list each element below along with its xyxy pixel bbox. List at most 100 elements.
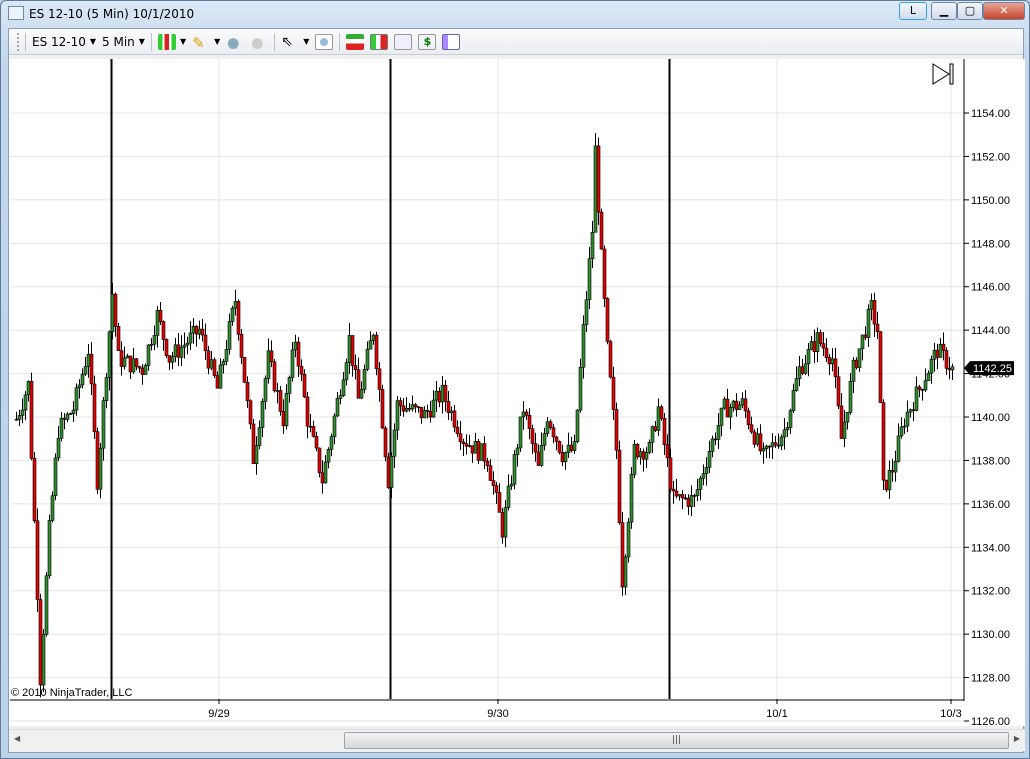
- candle-body: [806, 349, 811, 365]
- divider: [150, 32, 152, 51]
- candle-body: [440, 384, 445, 403]
- candle-body: [683, 497, 688, 500]
- candle-body: [518, 416, 523, 449]
- y-tick-label: 1150.00: [971, 195, 1010, 207]
- scroll-left-icon[interactable]: ◀: [14, 734, 20, 743]
- candle-body: [665, 444, 670, 459]
- toolbar-grip[interactable]: [17, 32, 19, 51]
- candle-body: [299, 365, 304, 375]
- minimize-button[interactable]: ▁: [931, 2, 957, 20]
- candle-body: [347, 335, 352, 363]
- candle-body: [218, 364, 223, 389]
- candle-body: [764, 445, 769, 450]
- drawing-tools-button[interactable]: ✎ ▼: [192, 34, 220, 52]
- indicators-icon[interactable]: [370, 33, 389, 50]
- interval-dropdown[interactable]: 5 Min ▼: [102, 35, 145, 49]
- candle-body: [836, 376, 841, 407]
- candle-body: [92, 383, 97, 433]
- order-icon[interactable]: $: [418, 33, 437, 50]
- candle-body: [779, 436, 784, 447]
- candle-body: [938, 343, 943, 358]
- candle-body: [446, 401, 451, 413]
- candle-body: [497, 492, 502, 513]
- candle-body: [80, 373, 85, 386]
- chart-style-button[interactable]: ▼: [157, 33, 186, 50]
- candle-body: [881, 402, 886, 481]
- candle-body: [242, 357, 247, 383]
- candle-body: [365, 348, 370, 370]
- candle-body: [635, 444, 640, 458]
- candle-body: [308, 425, 313, 428]
- candle-body: [740, 398, 745, 406]
- candle-body: [515, 447, 520, 455]
- candle-body: [341, 379, 346, 396]
- cursor-button[interactable]: ⇖ ▼: [281, 34, 309, 50]
- candle-body: [587, 258, 592, 300]
- candle-body: [770, 442, 775, 448]
- candle-body: [260, 401, 265, 428]
- properties-icon[interactable]: [442, 33, 461, 50]
- candle-body: [863, 334, 868, 338]
- candle-body: [302, 373, 307, 398]
- candle-body: [716, 425, 721, 440]
- candle-body: [596, 145, 601, 213]
- candle-body: [620, 522, 625, 588]
- scroll-right-icon[interactable]: ▶: [1014, 734, 1020, 743]
- close-button[interactable]: ✕: [983, 2, 1025, 20]
- price-chart[interactable]: 1126.00 1128.00 1130.00 1132.00 1134.00 1136.…: [9, 59, 1025, 726]
- candle-body: [197, 328, 202, 335]
- candle-body: [185, 342, 190, 346]
- candle-body: [251, 423, 256, 464]
- candle-body: [572, 441, 577, 451]
- scrollbar-thumb[interactable]: |||: [344, 732, 1009, 749]
- candle-body: [35, 520, 40, 600]
- y-tick-label: 1140.00: [971, 412, 1010, 424]
- candle-body: [227, 321, 232, 350]
- zoom-out-icon[interactable]: [250, 33, 269, 50]
- cursor-icon: ⇖: [281, 33, 293, 50]
- window-title: ES 12-10 (5 Min) 10/1/2010: [29, 7, 195, 21]
- candle-body: [872, 300, 877, 325]
- candle-body: [482, 443, 487, 462]
- candle-body: [392, 429, 397, 457]
- candle-body: [575, 409, 580, 442]
- candle-body: [602, 248, 607, 299]
- candle-body: [230, 307, 235, 322]
- candle-body: [104, 377, 109, 401]
- candle-body: [14, 418, 19, 421]
- candle-body: [584, 299, 589, 325]
- candle-body: [533, 443, 538, 453]
- candle-body: [257, 427, 262, 446]
- candle-body: [386, 456, 391, 488]
- horizontal-scrollbar[interactable]: ◀ ||| ▶: [9, 729, 1025, 751]
- x-tick-label: 9/29: [208, 708, 229, 720]
- candle-body: [344, 362, 349, 381]
- candle-body: [146, 344, 151, 366]
- candle-body: [887, 470, 892, 491]
- candle-body: [512, 454, 517, 485]
- candle-body: [503, 507, 508, 538]
- candle-body: [614, 409, 619, 451]
- candle-body: [500, 512, 505, 538]
- candle-body: [686, 497, 691, 507]
- maximize-button[interactable]: ▢: [957, 2, 983, 20]
- candle-body: [923, 380, 928, 391]
- strategies-icon[interactable]: [346, 33, 365, 50]
- data-box-icon[interactable]: [394, 33, 413, 50]
- y-tick-label: 1128.00: [971, 673, 1010, 685]
- candle-body: [662, 418, 667, 445]
- candle-body: [47, 520, 52, 577]
- zoom-in-icon[interactable]: [226, 33, 245, 50]
- candle-body: [329, 436, 334, 450]
- candle-body: [488, 465, 493, 481]
- candle-body: [860, 334, 865, 350]
- x-tick-label: 9/30: [487, 708, 508, 720]
- candle-body: [701, 473, 706, 479]
- magnify-icon[interactable]: [315, 33, 334, 50]
- link-button[interactable]: L: [899, 2, 927, 20]
- candle-body: [401, 405, 406, 412]
- instrument-dropdown[interactable]: ES 12-10 ▼: [32, 35, 96, 49]
- candle-body: [83, 366, 88, 375]
- candle-body: [566, 444, 571, 453]
- y-tick-label: 1138.00: [971, 455, 1010, 467]
